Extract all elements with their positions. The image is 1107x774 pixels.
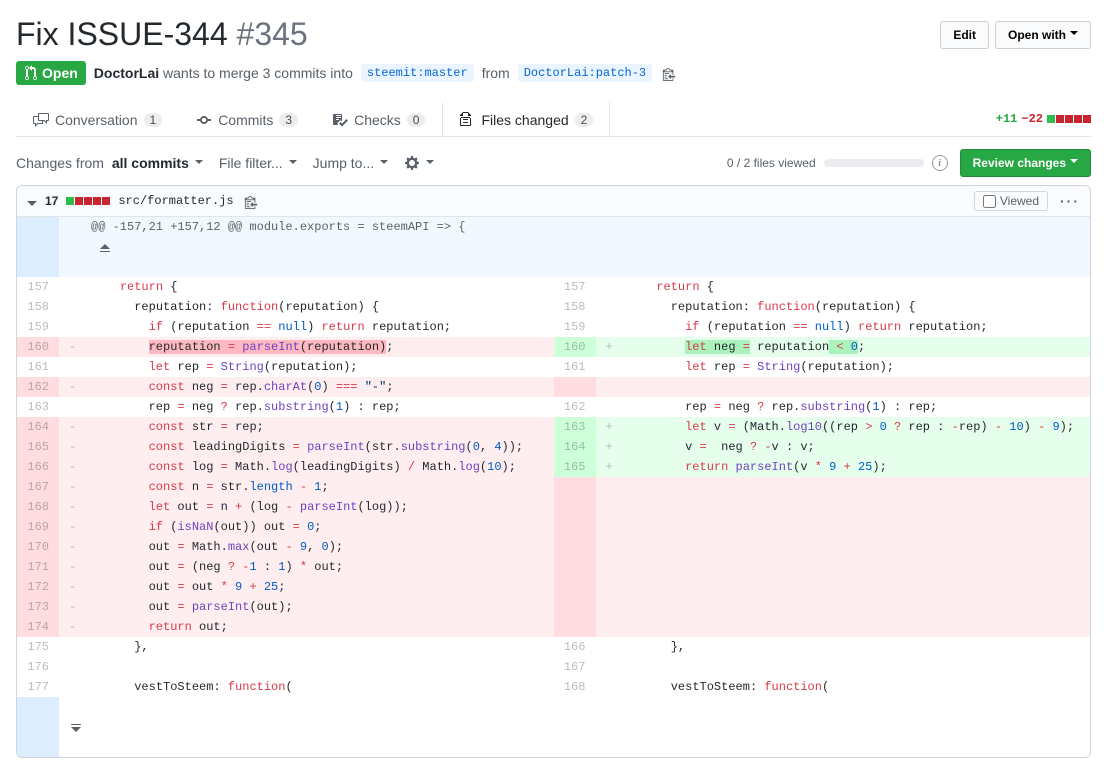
diff-line[interactable]: 171- out = (neg ? -1 : 1) * out; [17, 557, 1090, 577]
copy-path-icon[interactable] [242, 191, 260, 211]
expand-up-icon[interactable] [17, 217, 59, 277]
diff-line[interactable]: 168- let out = n + (log - parseInt(log))… [17, 497, 1090, 517]
diff-table: @@ -157,21 +157,12 @@ module.exports = s… [17, 217, 1090, 697]
diff-line[interactable]: 164- const str = rep;163+ let v = (Math.… [17, 417, 1090, 437]
diff-line[interactable]: 163 rep = neg ? rep.substring(1) : rep;1… [17, 397, 1090, 417]
diff-line[interactable]: 166- const log = Math.log(leadingDigits)… [17, 457, 1090, 477]
jump-to-dropdown[interactable]: Jump to... [313, 155, 388, 171]
diff-line[interactable]: 175 },166 }, [17, 637, 1090, 657]
files-viewed-progress: 0 / 2 files viewed i [727, 155, 948, 171]
gear-icon [404, 155, 420, 171]
diff-line[interactable]: 165- const leadingDigits = parseInt(str.… [17, 437, 1090, 457]
file-path[interactable]: src/formatter.js [118, 194, 233, 208]
diff-line[interactable]: 157 return {157 return { [17, 277, 1090, 297]
diffstat-summary: +11 −22 [996, 112, 1091, 126]
diff-line[interactable]: 169- if (isNaN(out)) out = 0; [17, 517, 1090, 537]
viewed-checkbox[interactable]: Viewed [974, 191, 1048, 211]
edit-button[interactable]: Edit [940, 21, 989, 49]
open-with-button[interactable]: Open with [995, 21, 1091, 49]
diff-line[interactable]: 161 let rep = String(reputation);161 let… [17, 357, 1090, 377]
diff-line[interactable]: 159 if (reputation == null) return reput… [17, 317, 1090, 337]
expand-down-icon[interactable] [17, 697, 59, 757]
git-commit-icon [196, 112, 212, 128]
file-toggle-icon[interactable] [27, 193, 37, 209]
pr-state-badge: Open [16, 61, 86, 85]
diff-line[interactable]: 176167 [17, 657, 1090, 677]
tab-conversation[interactable]: Conversation1 [16, 101, 179, 136]
hunk-header: @@ -157,21 +157,12 @@ module.exports = s… [81, 217, 1090, 277]
review-changes-button[interactable]: Review changes [960, 149, 1091, 177]
file-filter-dropdown[interactable]: File filter... [219, 155, 297, 171]
diff-line[interactable]: 172- out = out * 9 + 25; [17, 577, 1090, 597]
diff-line[interactable]: 158 reputation: function(reputation) {15… [17, 297, 1090, 317]
tab-checks[interactable]: Checks0 [315, 101, 442, 136]
diff-line[interactable]: 174- return out; [17, 617, 1090, 637]
head-branch[interactable]: DoctorLai:patch-3 [518, 64, 652, 82]
info-icon[interactable]: i [932, 155, 948, 171]
checklist-icon [332, 112, 348, 128]
changes-from-dropdown[interactable]: Changes from all commits [16, 155, 203, 171]
diff-line[interactable]: 167- const n = str.length - 1; [17, 477, 1090, 497]
diff-line[interactable]: 177 vestToSteem: function(168 vestToStee… [17, 677, 1090, 697]
file-menu-icon[interactable]: ··· [1060, 193, 1080, 209]
merge-description: DoctorLai wants to merge 3 commits into [94, 65, 353, 81]
diff-line[interactable]: 173- out = parseInt(out); [17, 597, 1090, 617]
diff-line[interactable]: 170- out = Math.max(out - 9, 0); [17, 537, 1090, 557]
git-pull-request-icon [24, 65, 38, 81]
copy-icon[interactable] [660, 63, 678, 83]
diff-settings-dropdown[interactable] [404, 155, 434, 171]
pr-title: Fix ISSUE-344 #345 [16, 16, 308, 53]
diff-line[interactable]: 160- reputation = parseInt(reputation);1… [17, 337, 1090, 357]
base-branch[interactable]: steemit:master [361, 64, 474, 82]
pr-number: #345 [237, 16, 308, 52]
file-change-count: 17 [45, 194, 58, 208]
file-diff-icon [459, 112, 475, 128]
diff-line[interactable]: 162- const neg = rep.charAt(0) === "-"; [17, 377, 1090, 397]
tab-commits[interactable]: Commits3 [179, 101, 315, 136]
tab-files-changed[interactable]: Files changed2 [442, 101, 610, 136]
comment-discussion-icon [33, 112, 49, 128]
